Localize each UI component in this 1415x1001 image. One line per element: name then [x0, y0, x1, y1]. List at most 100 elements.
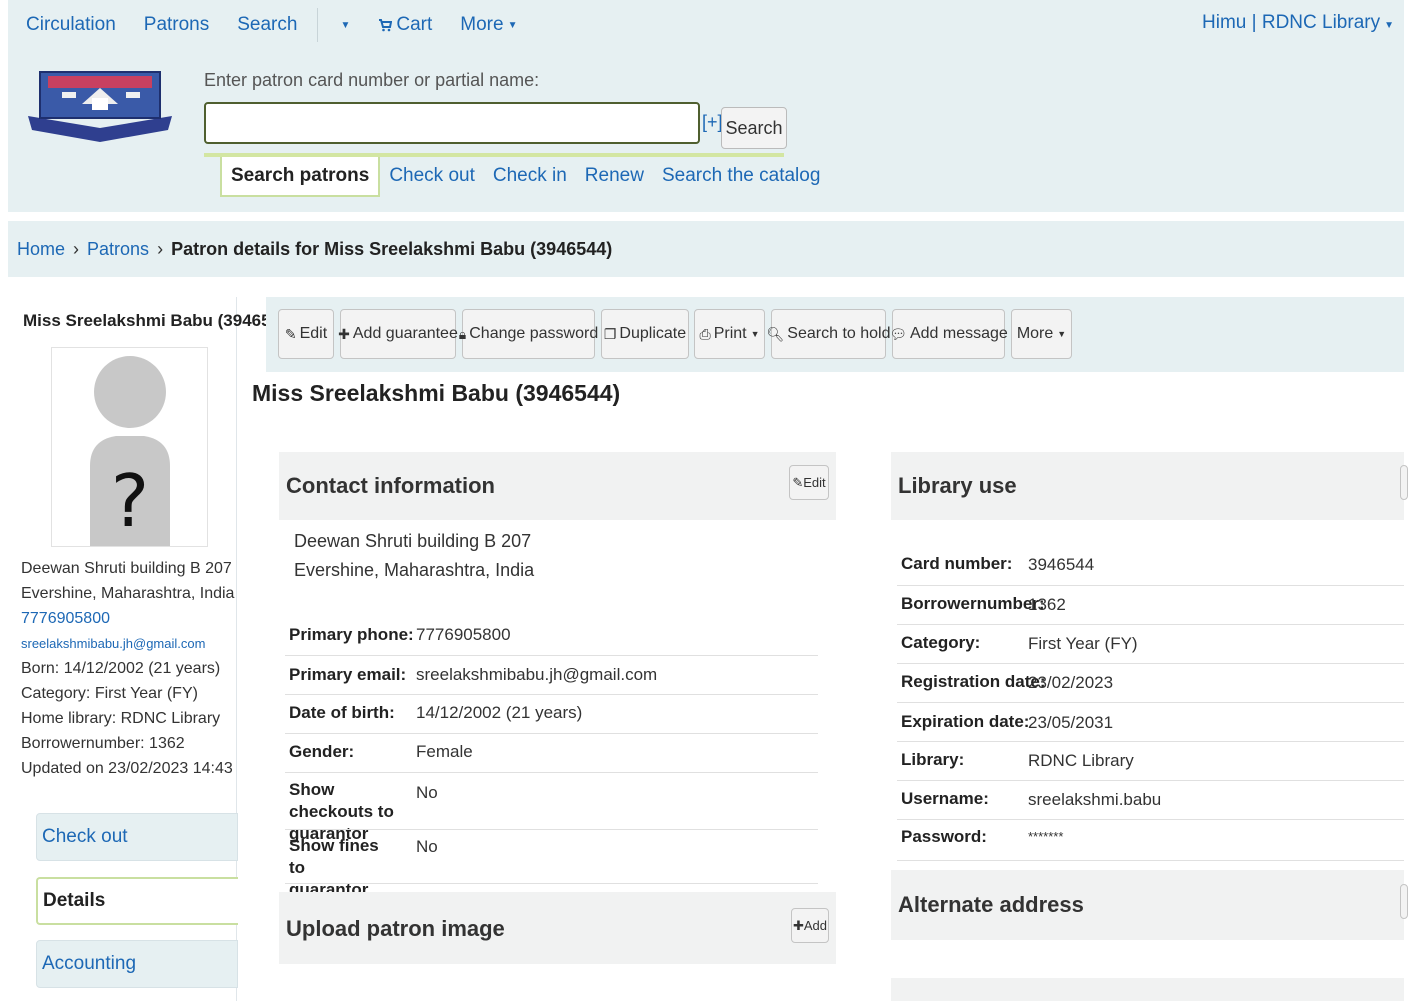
change-password-label: Change password	[469, 325, 599, 342]
tab-search-patrons[interactable]: Search patrons	[220, 157, 381, 197]
sidebar-tab-details[interactable]: Details	[36, 877, 238, 925]
print-label: Print	[713, 325, 747, 342]
breadcrumb-current: Patron details for Miss Sreelakshmi Babu…	[171, 238, 613, 259]
password-label: Password:	[901, 827, 987, 846]
primary-email-link[interactable]: sreelakshmibabu.jh@gmail.com	[416, 665, 657, 685]
expand-search-toggle[interactable]: [+]	[702, 112, 723, 133]
card-number-value: 3946544	[1028, 555, 1095, 574]
row-divider	[285, 655, 818, 656]
registration-date-value: 23/02/2023	[1028, 673, 1114, 692]
sidebar-updated: Updated on 23/02/2023 14:43	[21, 760, 233, 777]
sidebar-address-line1: Deewan Shruti building B 207	[21, 560, 232, 577]
avatar-placeholder-icon: ?	[90, 356, 170, 546]
pencil-icon: ✎	[792, 474, 804, 490]
print-button[interactable]: ⎙ Print ▼	[694, 309, 765, 359]
search-dropdown-toggle[interactable]: ▼	[336, 20, 350, 31]
library-value: RDNC Library	[1028, 751, 1134, 770]
add-message-button[interactable]: 💬︎ Add message	[889, 309, 1008, 359]
gender-label: Gender:	[289, 742, 355, 761]
sidebar-born: Born: 14/12/2002 (21 years)	[21, 660, 221, 677]
chevron-right-icon: ›	[157, 238, 164, 259]
duplicate-button[interactable]: ❐ Duplicate	[601, 309, 689, 359]
message-icon: 💬︎	[889, 325, 907, 342]
contact-address: Deewan Shruti building B 207 Evershine, …	[294, 527, 534, 585]
header-search-area: Enter patron card number or partial name…	[8, 50, 1404, 212]
row-divider	[285, 829, 818, 830]
add-image-label: Add	[803, 918, 828, 933]
row-divider	[285, 883, 818, 884]
sidebar-email-link[interactable]: sreelakshmibabu.jh@gmail.com	[21, 631, 234, 656]
sidebar-category: Category: First Year (FY)	[21, 685, 198, 702]
caret-down-icon: ▼	[340, 19, 351, 31]
show-fines-value: No	[416, 837, 438, 856]
registration-date-label: Registration date:	[901, 672, 1046, 691]
breadcrumb-patrons[interactable]: Patrons	[87, 239, 149, 260]
edit-button[interactable]: ✎ Edit	[278, 309, 334, 359]
tab-search-catalog[interactable]: Search the catalog	[653, 157, 829, 195]
plus-icon: ✚	[338, 325, 350, 342]
nav-more[interactable]: More ▼	[460, 14, 517, 36]
search-prompt-label: Enter patron card number or partial name…	[204, 70, 540, 90]
nav-circulation[interactable]: Circulation	[26, 14, 116, 36]
add-message-label: Add message	[909, 325, 1008, 342]
nav-divider	[317, 8, 319, 42]
search-icon: 🔍︎	[766, 325, 785, 342]
row-divider	[897, 780, 1404, 781]
row-divider	[897, 741, 1404, 742]
borrowernumber-label: Borrowernumber:	[901, 594, 1045, 613]
contact-panel-title: Contact information	[286, 473, 495, 498]
cart-icon	[379, 19, 393, 32]
next-panel-header	[891, 978, 1404, 1001]
nav-cart[interactable]: Cart	[378, 14, 432, 36]
patron-search-button[interactable]: Search	[721, 107, 787, 149]
more-button[interactable]: More ▼	[1011, 309, 1072, 359]
tab-renew[interactable]: Renew	[576, 157, 653, 195]
nav-patrons[interactable]: Patrons	[144, 14, 209, 36]
tab-check-in[interactable]: Check in	[484, 157, 576, 195]
edit-library-use-button[interactable]	[1400, 465, 1408, 500]
change-password-button[interactable]: 🔒︎ Change password	[459, 309, 599, 359]
password-value: *******	[1028, 829, 1064, 844]
contact-address-line1: Deewan Shruti building B 207	[294, 531, 532, 551]
patron-avatar: ?	[51, 347, 208, 547]
header-tabs: Search patrons Check out Check in Renew …	[220, 157, 829, 197]
caret-down-icon: ▼	[1384, 20, 1394, 31]
category-value: First Year (FY)	[1028, 634, 1138, 653]
tab-check-out[interactable]: Check out	[380, 157, 484, 195]
sidebar-tab-accounting[interactable]: Accounting	[36, 940, 238, 988]
breadcrumb-home[interactable]: Home	[17, 239, 65, 260]
nav-search[interactable]: Search	[237, 14, 297, 36]
primary-phone-link[interactable]: 7776905800	[416, 625, 511, 645]
library-logo	[28, 71, 172, 142]
library-use-title: Library use	[898, 473, 1017, 498]
row-divider	[897, 585, 1404, 586]
patron-sidebar: Miss Sreelakshmi Babu (3946544) ? Deewan…	[8, 297, 295, 1001]
sidebar-patron-info: Deewan Shruti building B 207 Evershine, …	[21, 556, 234, 781]
sidebar-borrowernumber: Borrowernumber: 1362	[21, 735, 185, 752]
logged-in-user-menu[interactable]: Himu | RDNC Library ▼	[1202, 12, 1394, 34]
nav-cart-label: Cart	[396, 14, 433, 35]
sidebar-phone-link[interactable]: 7776905800	[21, 606, 234, 631]
breadcrumb: Home › Patrons › Patron details for Miss…	[8, 221, 1404, 277]
patron-search-input[interactable]	[204, 102, 700, 144]
username-value: sreelakshmi.babu	[1028, 790, 1162, 809]
edit-contact-button[interactable]: ✎ Edit	[789, 465, 829, 500]
sidebar-tab-check-out[interactable]: Check out	[36, 813, 238, 861]
username-label: Username:	[901, 789, 989, 808]
add-guarantee-button[interactable]: ✚ Add guarantee	[338, 309, 458, 359]
plus-icon: ✚	[792, 917, 804, 933]
search-to-hold-button[interactable]: 🔍︎ Search to hold	[767, 309, 890, 359]
card-number-label: Card number:	[901, 554, 1013, 573]
dob-value: 14/12/2002 (21 years)	[416, 703, 583, 722]
row-divider	[897, 819, 1404, 820]
upload-panel-title: Upload patron image	[286, 916, 505, 941]
edit-alternate-address-button[interactable]	[1400, 884, 1408, 919]
add-image-button[interactable]: ✚ Add	[791, 908, 829, 943]
chevron-right-icon: ›	[73, 238, 80, 259]
pencil-icon: ✎	[284, 325, 297, 342]
alternate-address-title: Alternate address	[898, 892, 1084, 917]
caret-down-icon: ▼	[750, 329, 760, 339]
user-library-label: Himu | RDNC Library	[1202, 12, 1381, 33]
category-label: Category:	[901, 633, 981, 652]
row-divider	[285, 733, 818, 734]
